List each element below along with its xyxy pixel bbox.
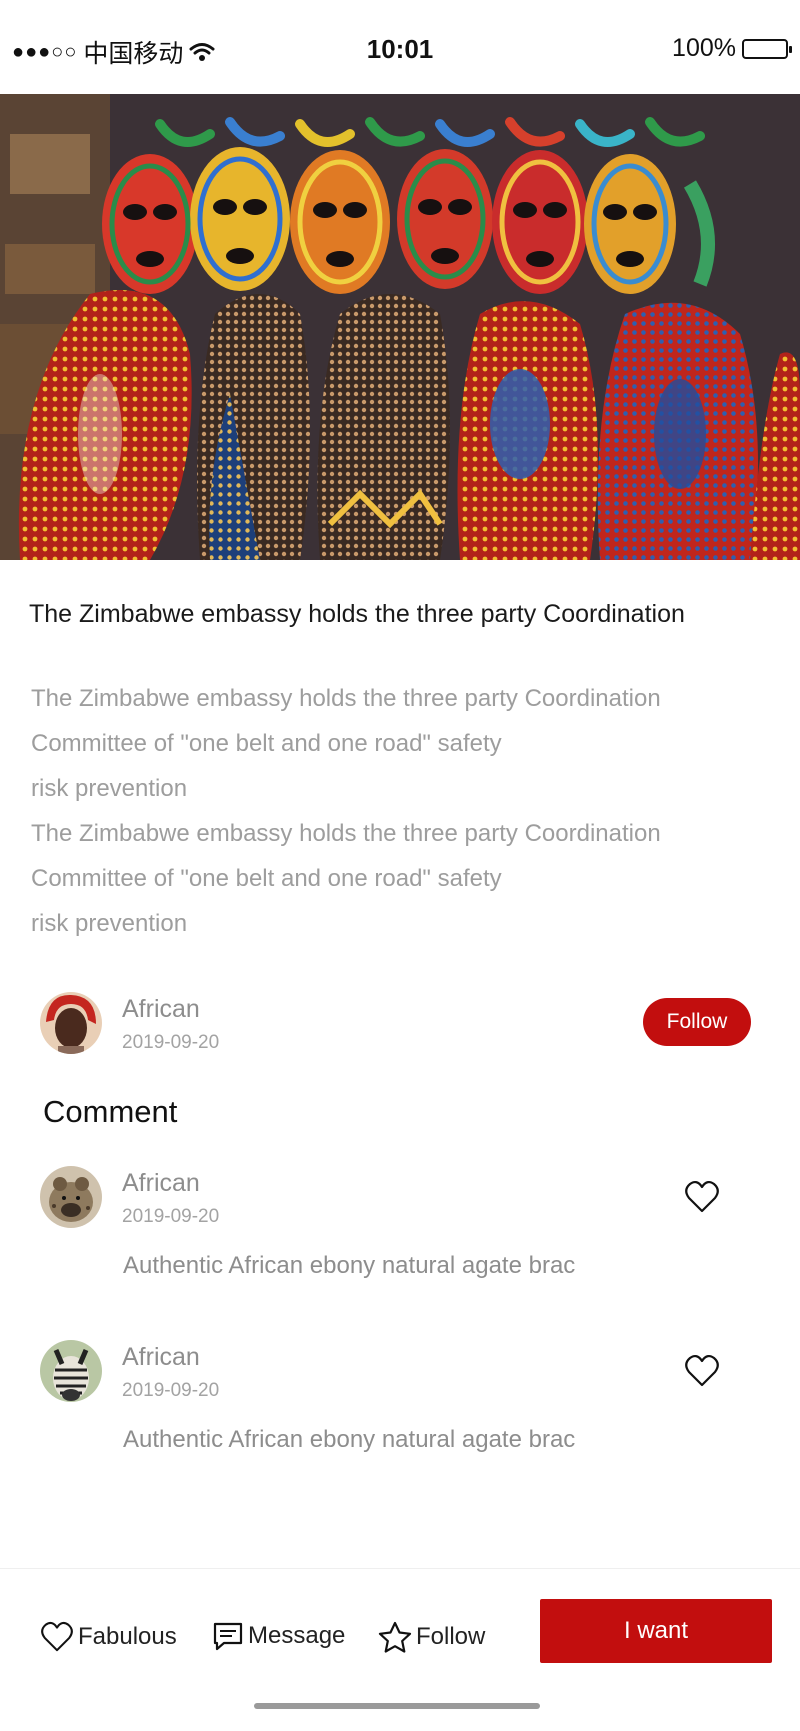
zebra-avatar-icon [40,1340,102,1402]
comment-item: African 2019-09-20 Authentic African ebo… [0,1166,800,1316]
comment-text: Authentic African ebony natural agate br… [123,1252,576,1279]
heart-icon [41,1621,73,1652]
article-line: Committee of "one belt and one road" saf… [31,730,502,757]
comment-date: 2019-09-20 [122,1380,220,1401]
follow-button[interactable]: Follow [643,998,751,1046]
comment-author-name: African [122,1169,200,1197]
message-button[interactable]: Message [212,1621,345,1651]
comment-text: Authentic African ebony natural agate br… [123,1426,576,1453]
hyena-avatar-icon [40,1166,102,1228]
article-line: risk prevention [31,775,188,802]
fabulous-label: Fabulous [78,1623,177,1650]
status-right: 100% [672,34,792,63]
comment-date: 2019-09-20 [122,1206,220,1227]
comment-item: African 2019-09-20 Authentic African ebo… [0,1340,800,1490]
article-line: Committee of "one belt and one road" saf… [31,865,502,892]
battery-percent: 100% [672,34,736,62]
article-line: risk prevention [31,910,188,937]
battery-icon [742,38,792,59]
home-indicator[interactable] [254,1703,540,1709]
fabulous-button[interactable]: Fabulous [40,1621,177,1653]
star-icon [378,1621,412,1653]
comment-heading: Comment [43,1094,178,1129]
article-line: The Zimbabwe embassy holds the three par… [31,685,661,712]
masks-photo-icon [0,94,800,560]
article-line: The Zimbabwe embassy holds the three par… [31,820,661,847]
comment-avatar[interactable] [40,1340,102,1402]
author-name: African [122,995,200,1023]
author-avatar[interactable] [40,992,102,1054]
article-title: The Zimbabwe embassy holds the three par… [29,600,685,628]
follow-bar-button[interactable]: Follow [378,1621,485,1653]
heart-icon[interactable] [684,1180,720,1214]
heart-icon[interactable] [684,1354,720,1388]
author-date: 2019-09-20 [122,1032,220,1053]
hero-image [0,94,800,560]
article-body: The Zimbabwe embassy holds the three par… [31,676,771,946]
i-want-button[interactable]: I want [540,1599,772,1663]
status-bar: ●●●○○ 中国移动 10:01 100% [0,0,800,94]
person-avatar-icon [40,992,102,1054]
message-label: Message [248,1622,346,1649]
comment-avatar[interactable] [40,1166,102,1228]
message-icon [213,1622,243,1651]
comment-author-name: African [122,1343,200,1371]
bottom-action-bar: Fabulous Message Follow I want [0,1568,800,1731]
follow-bar-label: Follow [416,1623,486,1650]
